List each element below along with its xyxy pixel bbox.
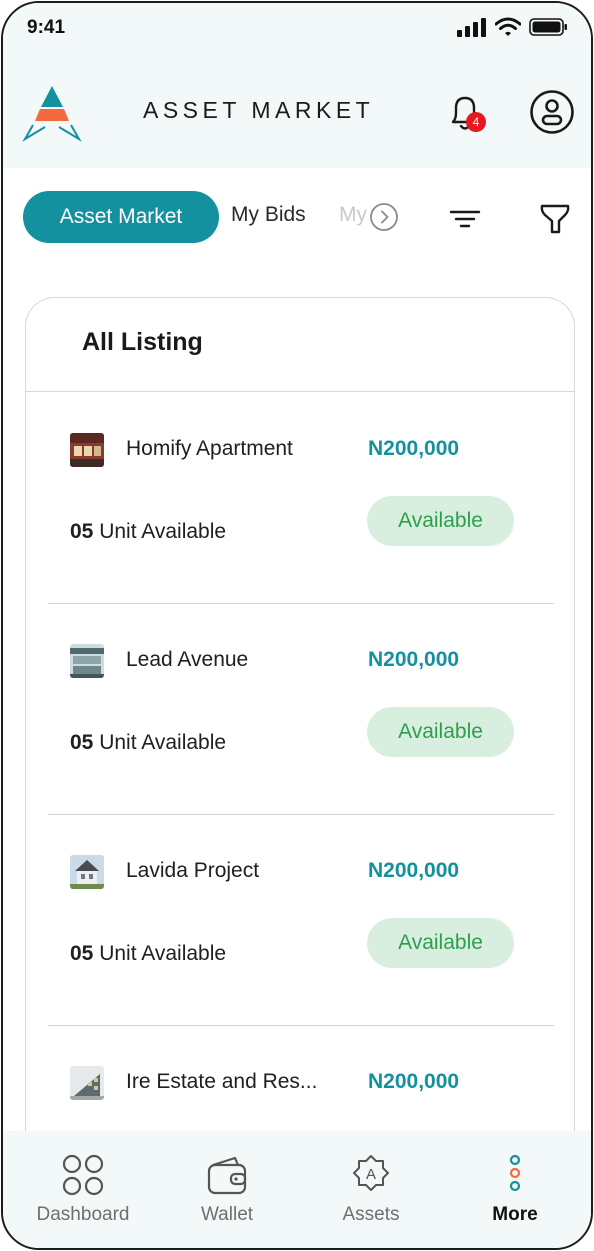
listing-price: N200,000 (368, 859, 460, 882)
listing-title-divider (26, 391, 574, 392)
app-title: ASSET MARKET (143, 97, 375, 123)
status-icons (457, 17, 569, 37)
status-badge: Available (367, 918, 514, 968)
phone-frame: 9:41 ASSET MARKET 4 Asset Market My Bids… (1, 1, 593, 1250)
status-badge: Available (367, 707, 514, 757)
listing-title: All Listing (82, 328, 203, 356)
tab-asset-market[interactable]: Asset Market (23, 191, 219, 243)
listing-price: N200,000 (368, 1070, 460, 1093)
listing-units: 05 Unit Available (70, 520, 226, 544)
listing-name: Lead Avenue (126, 648, 249, 671)
building-photo-thumbnail (70, 644, 104, 678)
unit-text: Unit Available (99, 520, 227, 543)
nav-wallet-label: Wallet (200, 1204, 254, 1225)
signal-icon (457, 18, 486, 37)
listing-units: 05 Unit Available (70, 731, 226, 755)
nav-assets[interactable]: A Assets (297, 1131, 445, 1248)
listing-name: Homify Apartment (126, 437, 293, 460)
unit-text: Unit Available (99, 731, 227, 754)
app-logo (22, 86, 82, 142)
nav-dashboard-label: Dashboard (36, 1204, 130, 1225)
chevron-right-circle-icon[interactable] (369, 202, 399, 232)
listing-card: All Listing Homify Apartment N200,000 05… (25, 297, 575, 1197)
nav-wallet[interactable]: Wallet (153, 1131, 301, 1248)
listing-name: Lavida Project (126, 859, 260, 882)
listing-name: Ire Estate and Res... (126, 1070, 318, 1093)
nav-assets-label: Assets (342, 1204, 400, 1225)
filter-funnel-icon[interactable] (538, 201, 572, 237)
unit-count: 05 (70, 731, 94, 754)
nav-more-label: More (492, 1204, 538, 1225)
nav-more[interactable]: More (441, 1131, 589, 1248)
house-photo-thumbnail (70, 855, 104, 889)
bottom-nav: Dashboard Wallet A Assets More (3, 1131, 591, 1248)
status-time: 9:41 (27, 17, 66, 38)
listing-item[interactable]: Lead Avenue N200,000 05 Unit Available A… (48, 604, 554, 815)
sort-icon[interactable] (449, 205, 481, 233)
listing-item[interactable]: Lavida Project N200,000 05 Unit Availabl… (48, 815, 554, 1026)
unit-count: 05 (70, 520, 94, 543)
wallet-icon (207, 1156, 247, 1195)
more-dots-icon (509, 1154, 521, 1192)
estate-photo-thumbnail (70, 1066, 104, 1100)
listing-units: 05 Unit Available (70, 942, 226, 966)
nav-dashboard[interactable]: Dashboard (9, 1131, 157, 1248)
notification-count-badge: 4 (466, 112, 486, 132)
listing-price: N200,000 (368, 648, 460, 671)
battery-icon (529, 18, 567, 36)
listing-item[interactable]: Homify Apartment N200,000 05 Unit Availa… (48, 393, 554, 604)
apartment-photo-thumbnail (70, 433, 104, 467)
wifi-icon (495, 17, 521, 36)
tab-partial[interactable]: My (339, 203, 369, 227)
tab-my-bids[interactable]: My Bids (231, 203, 306, 227)
dashboard-grid-icon (62, 1154, 104, 1196)
svg-text:A: A (366, 1166, 376, 1183)
assets-badge-icon: A (353, 1155, 389, 1191)
unit-text: Unit Available (99, 942, 227, 965)
profile-icon[interactable] (529, 89, 575, 135)
status-badge: Available (367, 496, 514, 546)
unit-count: 05 (70, 942, 94, 965)
listing-price: N200,000 (368, 437, 460, 460)
